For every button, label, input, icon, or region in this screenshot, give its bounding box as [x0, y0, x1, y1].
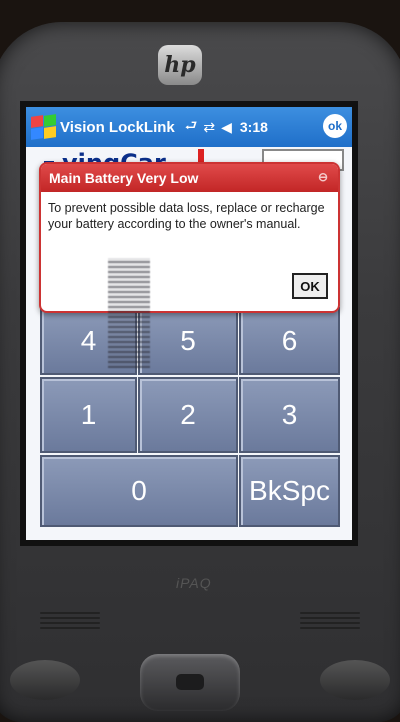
minimize-icon[interactable]: ⊖ — [318, 170, 328, 184]
navigation-pad[interactable] — [140, 654, 240, 711]
speaker-grille-right — [300, 612, 360, 634]
app-title: Vision LockLink — [60, 118, 175, 136]
dialog-header: Main Battery Very Low ⊖ — [41, 164, 338, 192]
device-model-label: iPAQ — [176, 575, 212, 591]
system-tray: ⮐ ⇄ ◀ 3:18 — [185, 115, 274, 139]
key-5[interactable]: 5 — [138, 307, 238, 375]
dialog-message: To prevent possible data loss, replace o… — [48, 201, 325, 231]
battery-warning-dialog: Main Battery Very Low ⊖ To prevent possi… — [39, 162, 340, 313]
clock[interactable]: 3:18 — [240, 119, 268, 135]
key-6[interactable]: 6 — [239, 307, 340, 375]
key-0[interactable]: 0 — [40, 455, 238, 527]
calendar-hardware-button[interactable] — [10, 660, 80, 700]
key-1[interactable]: 1 — [40, 377, 137, 453]
screen-glare — [108, 258, 150, 368]
device-screen: Vision LockLink ⮐ ⇄ ◀ 3:18 ok vingCar 4 … — [26, 107, 352, 540]
start-menu-icon[interactable] — [28, 112, 58, 142]
key-2[interactable]: 2 — [138, 377, 238, 453]
dialog-ok-button[interactable]: OK — [292, 273, 328, 299]
home-hardware-button[interactable] — [320, 660, 390, 700]
keypad: 4 5 6 1 2 3 0 BkSpc — [40, 307, 340, 527]
connectivity-icon[interactable]: ⮐ — [185, 115, 198, 139]
network-icon[interactable]: ⇄ — [203, 119, 215, 136]
logo-accent — [198, 149, 204, 163]
key-3[interactable]: 3 — [239, 377, 340, 453]
ok-button[interactable]: ok — [323, 114, 347, 138]
title-bar: Vision LockLink ⮐ ⇄ ◀ 3:18 ok — [26, 107, 352, 147]
dialog-title: Main Battery Very Low — [49, 170, 199, 186]
volume-icon[interactable]: ◀ — [221, 119, 232, 136]
hp-logo: hp — [158, 45, 202, 85]
key-backspace[interactable]: BkSpc — [239, 455, 340, 527]
speaker-grille-left — [40, 612, 100, 634]
